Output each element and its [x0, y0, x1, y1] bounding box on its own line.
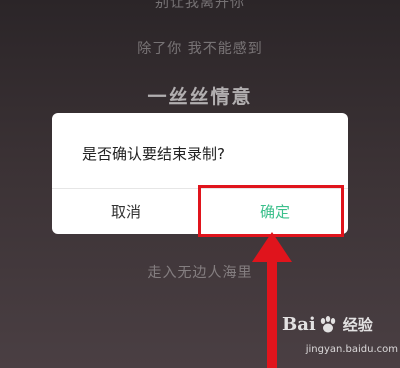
lyric-line-current: 一丝丝情意	[147, 86, 253, 108]
watermark-url: jingyan.baidu.com	[305, 344, 398, 355]
dialog-message: 是否确认要结束录制?	[82, 145, 225, 163]
paw-icon	[320, 315, 335, 332]
lyric-line: 别让我离开你	[155, 0, 245, 11]
baidu-logo: Bai 经验	[282, 314, 373, 335]
highlight-box	[198, 185, 344, 237]
lyric-line: 走入无边人海里	[147, 265, 253, 281]
cancel-button[interactable]: 取消	[52, 189, 200, 234]
lyric-line: 除了你 我不能感到	[137, 41, 263, 57]
watermark: Bai 经验 jingyan.baidu.com	[262, 314, 400, 368]
